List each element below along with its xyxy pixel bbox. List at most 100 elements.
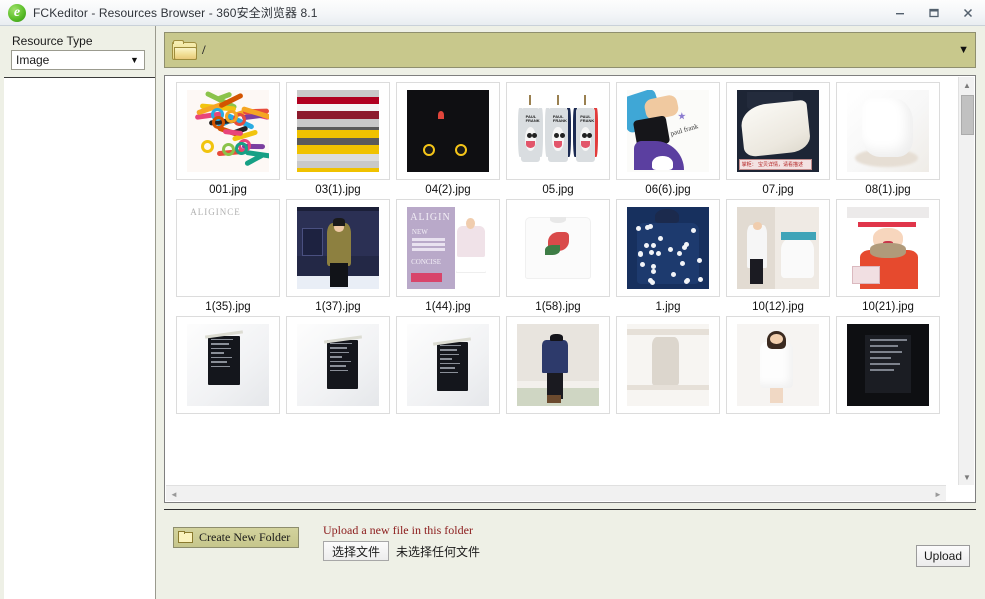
thumbnail-art: 掌柜： 宝贝详情，请看描述	[737, 90, 819, 172]
window-controls	[883, 0, 985, 26]
file-item[interactable]: 1.jpg	[613, 199, 723, 316]
file-thumbnail[interactable]: ALIGIN NEW CONCISE	[396, 199, 500, 297]
file-item[interactable]: paul frank 06(6).jpg	[613, 82, 723, 199]
file-item[interactable]	[613, 316, 723, 421]
thumbnail-image	[297, 324, 379, 406]
thumbnail-art	[737, 324, 819, 406]
file-item[interactable]: ALIGIN NEW CONCISE 1(44).jpg	[393, 199, 503, 316]
thumbnail-image: paul frank	[627, 90, 709, 172]
file-name-label: 10(21).jpg	[862, 301, 914, 313]
file-item[interactable]	[393, 316, 503, 421]
file-thumbnail[interactable]	[286, 316, 390, 414]
file-thumbnail[interactable]	[286, 199, 390, 297]
resource-type-label: Resource Type	[12, 34, 93, 48]
right-panel: / ▼ 001.jpg 03(1).jpg 04(2).jpg PAUL FRANK PA…	[157, 26, 985, 599]
file-item[interactable]	[503, 316, 613, 421]
file-thumbnail[interactable]	[616, 316, 720, 414]
thumbnail-image	[627, 324, 709, 406]
file-thumbnail[interactable]	[836, 316, 940, 414]
resource-type-select[interactable]: Image ▼	[11, 50, 145, 70]
file-thumbnail[interactable]	[726, 316, 830, 414]
thumbnail-art	[627, 207, 709, 289]
thumbnail-image	[517, 324, 599, 406]
file-thumbnail[interactable]	[176, 316, 280, 414]
thumbnail-image	[627, 207, 709, 289]
browser-e-icon: e	[8, 4, 26, 22]
file-name-label: 1(37).jpg	[315, 301, 360, 313]
scrollbar-corner	[958, 485, 974, 501]
file-item[interactable]: 10(12).jpg	[723, 199, 833, 316]
thumbnail-art	[407, 90, 489, 172]
file-thumbnail[interactable]	[396, 82, 500, 180]
thumbnail-art	[187, 90, 269, 172]
file-item[interactable]	[173, 316, 283, 421]
file-thumbnail[interactable]: PAUL FRANK PAUL FRANK PAUL FRANK	[506, 82, 610, 180]
thumbnail-art	[847, 90, 929, 172]
resource-type-value: Image	[12, 53, 128, 67]
file-thumbnail[interactable]	[836, 82, 940, 180]
file-item[interactable]: 04(2).jpg	[393, 82, 503, 199]
vertical-scrollbar[interactable]: ▲ ▼	[958, 77, 974, 485]
file-name-label: 1(35).jpg	[205, 301, 250, 313]
thumbnail-image	[187, 90, 269, 172]
thumbnail-art: PAUL FRANK PAUL FRANK PAUL FRANK	[517, 90, 599, 172]
file-name-label: 03(1).jpg	[315, 184, 360, 196]
file-item[interactable]: 08(1).jpg	[833, 82, 943, 199]
file-thumbnail[interactable]	[616, 199, 720, 297]
minimize-icon[interactable]	[883, 0, 917, 26]
no-file-selected-text: 未选择任何文件	[396, 543, 480, 560]
file-name-label: 07.jpg	[762, 184, 793, 196]
file-thumbnail[interactable]: paul frank	[616, 82, 720, 180]
thumbnail-art	[187, 324, 269, 406]
horizontal-scrollbar[interactable]: ◄ ►	[166, 485, 946, 501]
thumbnail-art: ALIGIN NEW CONCISE	[407, 207, 489, 289]
maximize-icon[interactable]	[917, 0, 951, 26]
fckeditor-resources-browser-window: e FCKeditor - Resources Browser - 360安全浏…	[0, 0, 985, 599]
file-item[interactable]: 03(1).jpg	[283, 82, 393, 199]
scroll-left-icon[interactable]: ◄	[166, 486, 182, 502]
file-thumbnail[interactable]: 掌柜： 宝贝详情，请看描述	[726, 82, 830, 180]
file-thumbnail[interactable]	[176, 82, 280, 180]
thumbnail-art	[627, 324, 709, 406]
file-name-label: 08(1).jpg	[865, 184, 910, 196]
thumbnail-image	[407, 90, 489, 172]
file-item[interactable]: 1(37).jpg	[283, 199, 393, 316]
file-item[interactable]: 10(21).jpg	[833, 199, 943, 316]
file-item[interactable]: ALIGINCE 1(35).jpg	[173, 199, 283, 316]
file-item[interactable]: PAUL FRANK PAUL FRANK PAUL FRANK 05.jpg	[503, 82, 613, 199]
thumbnail-art	[517, 207, 599, 289]
thumbnail-image	[737, 324, 819, 406]
scroll-down-icon[interactable]: ▼	[959, 469, 975, 485]
chevron-down-icon[interactable]: ▼	[958, 44, 969, 56]
current-path: /	[202, 42, 206, 58]
thumbnail-image: PAUL FRANK PAUL FRANK PAUL FRANK	[517, 90, 599, 172]
scroll-up-icon[interactable]: ▲	[959, 77, 975, 93]
file-thumbnail[interactable]	[836, 199, 940, 297]
file-thumbnail[interactable]: ALIGINCE	[176, 199, 280, 297]
upload-button[interactable]: Upload	[916, 545, 970, 567]
folder-tree[interactable]	[4, 77, 155, 599]
thumbnail-art	[297, 90, 379, 172]
file-item[interactable]: 001.jpg	[173, 82, 283, 199]
choose-file-button[interactable]: 选择文件	[323, 541, 389, 561]
file-item[interactable]	[283, 316, 393, 421]
thumbnail-art	[297, 207, 379, 289]
thumbnail-image	[847, 207, 929, 289]
file-item[interactable]	[723, 316, 833, 421]
file-item[interactable]: 掌柜： 宝贝详情，请看描述 07.jpg	[723, 82, 833, 199]
file-thumbnail[interactable]	[396, 316, 500, 414]
folder-path-bar[interactable]: / ▼	[164, 32, 976, 68]
upload-hint-text: Upload a new file in this folder	[323, 523, 473, 538]
file-item[interactable]: 1(58).jpg	[503, 199, 613, 316]
create-new-folder-button[interactable]: Create New Folder	[173, 527, 299, 548]
file-thumbnail[interactable]	[506, 199, 610, 297]
thumbnail-art	[847, 207, 929, 289]
file-thumbnail[interactable]	[726, 199, 830, 297]
file-thumbnail[interactable]	[286, 82, 390, 180]
file-thumbnail[interactable]	[506, 316, 610, 414]
vertical-scroll-thumb[interactable]	[961, 95, 974, 135]
file-grid: 001.jpg 03(1).jpg 04(2).jpg PAUL FRANK PAUL FR…	[166, 77, 946, 421]
scroll-right-icon[interactable]: ►	[930, 486, 946, 502]
close-icon[interactable]	[951, 0, 985, 26]
file-item[interactable]	[833, 316, 943, 421]
